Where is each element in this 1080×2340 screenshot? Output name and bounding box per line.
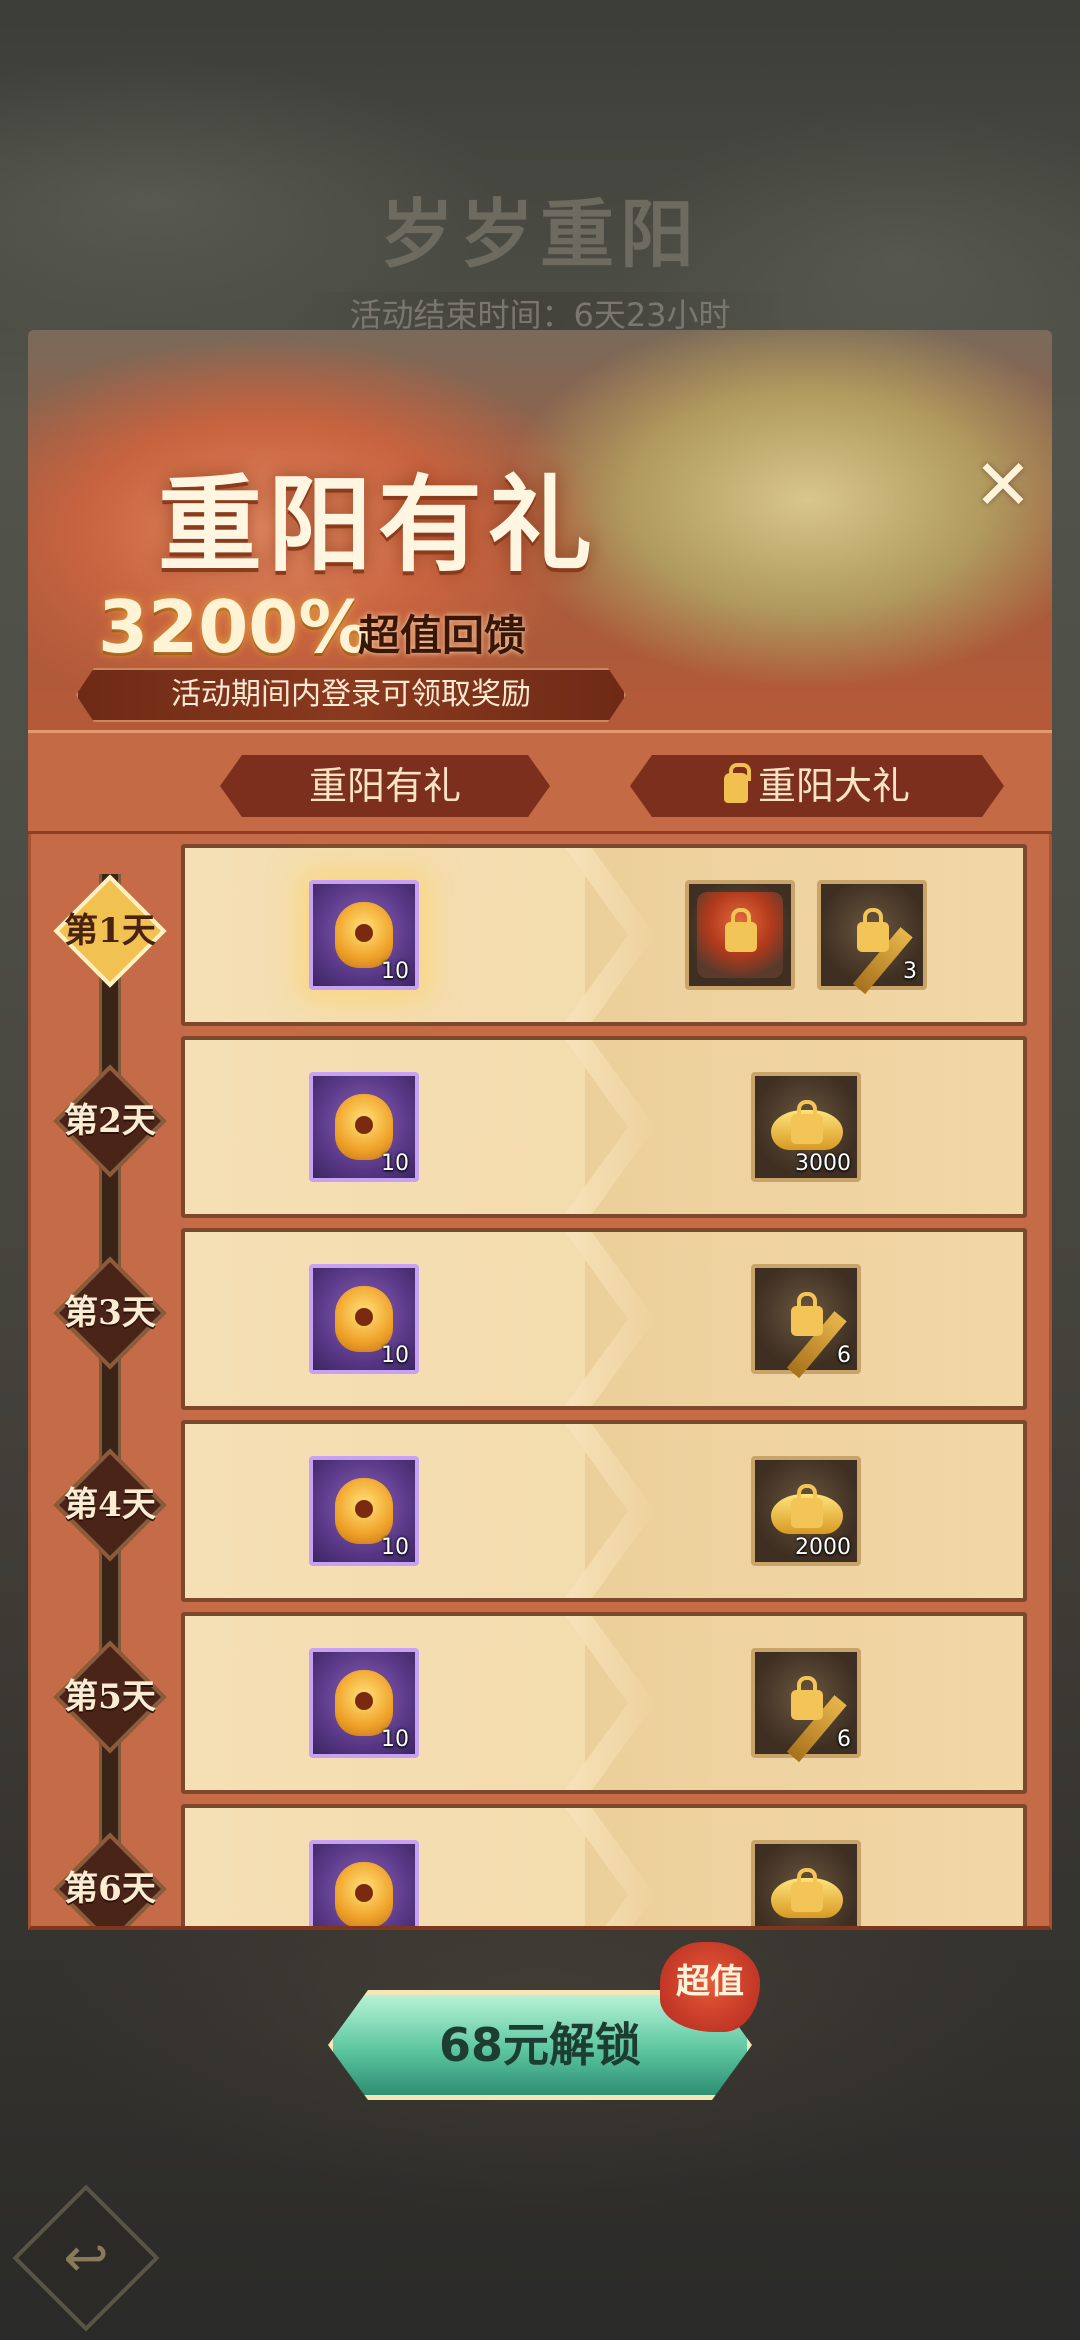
- tab-free-gift-label: 重阳有礼: [308, 764, 461, 808]
- item-count: 2000: [795, 1535, 851, 1560]
- day-badge-3: 第3天: [53, 1256, 167, 1370]
- day-badge-2: 第2天: [53, 1064, 167, 1178]
- lock-icon: [791, 1676, 823, 1720]
- value-badge: 超值: [660, 1942, 760, 2032]
- reward-row-6: [181, 1804, 1027, 1926]
- tab-premium-gift[interactable]: 重阳大礼: [630, 755, 1004, 817]
- item-count: 3000: [795, 1151, 851, 1176]
- banner-title: 重阳有礼: [158, 463, 599, 586]
- lock-icon: [791, 1868, 823, 1912]
- lock-icon: [725, 908, 757, 952]
- lock-icon: [791, 1292, 823, 1336]
- item-count: 10: [381, 1343, 409, 1368]
- lock-icon: [724, 773, 748, 803]
- item-count: 10: [381, 1535, 409, 1560]
- event-banner: 重阳有礼 3200% 超值回馈 活动期间内登录可领取奖励 ✕: [28, 330, 1052, 730]
- item-count: 3: [903, 959, 917, 984]
- day-timeline: [99, 874, 121, 1926]
- day-label: 第3天: [64, 1293, 156, 1333]
- reward-row-4: 10 2000: [181, 1420, 1027, 1602]
- banner-percent: 3200%: [98, 585, 371, 669]
- gold-shield-icon[interactable]: 10: [309, 1072, 419, 1182]
- item-count: 10: [381, 1727, 409, 1752]
- key-icon[interactable]: 6: [751, 1648, 861, 1763]
- day-label: 第1天: [64, 911, 156, 951]
- key-icon[interactable]: 6: [751, 1264, 861, 1379]
- back-arrow-icon[interactable]: ↩: [34, 2206, 138, 2310]
- banner-subtitle: 超值回馈: [358, 611, 527, 660]
- lock-icon: [857, 908, 889, 952]
- gold-shield-icon[interactable]: [309, 1840, 419, 1926]
- item-count: 6: [837, 1727, 851, 1752]
- banner-note: 活动期间内登录可领取奖励: [76, 668, 626, 722]
- gold-shield-icon[interactable]: 10: [309, 1456, 419, 1566]
- day-badge-4: 第4天: [53, 1448, 167, 1562]
- day-badge-5: 第5天: [53, 1640, 167, 1754]
- item-count: 10: [381, 1151, 409, 1176]
- gold-shield-icon[interactable]: 10: [309, 1648, 419, 1758]
- day-label: 第4天: [64, 1485, 156, 1525]
- reward-row-3: 10 6: [181, 1228, 1027, 1410]
- tab-premium-gift-label: 重阳大礼: [757, 764, 910, 808]
- gold-shield-icon[interactable]: 10: [309, 880, 419, 990]
- lock-icon: [791, 1484, 823, 1528]
- reward-row-5: 10 6: [181, 1612, 1027, 1794]
- reward-row-1: 10 3: [181, 844, 1027, 1026]
- day-label: 第6天: [64, 1869, 156, 1909]
- reward-list[interactable]: 第1天 10 3 第2天 10 3000 第3天 10 6 第4天 10 200…: [28, 834, 1052, 1930]
- item-count: 6: [837, 1343, 851, 1368]
- page-title: 岁岁重阳: [380, 192, 700, 278]
- key-icon[interactable]: 3: [817, 880, 927, 995]
- gold-shield-icon[interactable]: 10: [309, 1264, 419, 1374]
- gold-ingot-icon[interactable]: 3000: [751, 1072, 861, 1182]
- event-panel: 重阳有礼 3200% 超值回馈 活动期间内登录可领取奖励 ✕ 重阳有礼 重阳大礼…: [28, 330, 1052, 1930]
- day-badge-6: 第6天: [53, 1832, 167, 1926]
- reward-row-2: 10 3000: [181, 1036, 1027, 1218]
- hero-portrait-icon[interactable]: [685, 880, 795, 990]
- close-icon[interactable]: ✕: [968, 450, 1038, 520]
- day-label: 第2天: [64, 1101, 156, 1141]
- lock-icon: [791, 1100, 823, 1144]
- gold-ingot-icon[interactable]: [751, 1840, 861, 1926]
- tab-free-gift[interactable]: 重阳有礼: [220, 755, 550, 817]
- tab-strip: 重阳有礼 重阳大礼: [28, 730, 1052, 834]
- day-badge-1: 第1天: [53, 874, 167, 988]
- item-count: 10: [381, 959, 409, 984]
- gold-ingot-icon[interactable]: 2000: [751, 1456, 861, 1566]
- day-label: 第5天: [64, 1677, 156, 1717]
